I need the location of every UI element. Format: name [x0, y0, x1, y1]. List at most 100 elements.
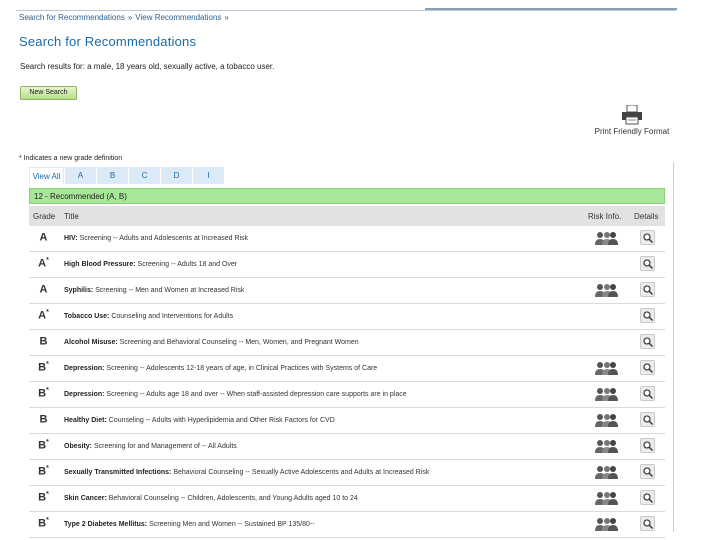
recommendation-title-link[interactable]: High Blood Pressure: Screening -- Adults…: [64, 261, 237, 268]
new-grade-note: * Indicates a new grade definition: [19, 155, 123, 162]
new-grade-star: *: [46, 361, 49, 368]
people-icon[interactable]: [594, 361, 618, 375]
table-row: B Healthy Diet: Counseling -- Adults with…: [29, 408, 665, 434]
page-title: Search for Recommendations: [19, 34, 197, 49]
recommendation-topic: Syphilis:: [64, 287, 94, 294]
recommendation-text: Screening -- Adults age 18 and over -- W…: [104, 391, 407, 398]
new-search-button[interactable]: New Search: [20, 86, 77, 100]
tab-i[interactable]: I: [193, 167, 224, 184]
grade-letter: A: [39, 283, 48, 296]
magnifier-icon[interactable]: [640, 230, 655, 245]
magnifier-icon[interactable]: [640, 256, 655, 271]
new-grade-star: *: [46, 257, 49, 264]
new-grade-star: *: [46, 491, 49, 498]
printer-icon: [622, 105, 642, 125]
new-grade-star: *: [46, 309, 49, 316]
recommendation-text: Counseling and Interventions for Adults: [109, 313, 234, 320]
people-icon[interactable]: [594, 387, 618, 401]
magnifier-icon[interactable]: [640, 516, 655, 531]
breadcrumb-view-link[interactable]: View Recommendations: [135, 13, 221, 22]
breadcrumb-separator: »: [224, 13, 229, 22]
recommendation-topic: Sexually Transmitted Infections:: [64, 469, 172, 476]
grade-tabs: View All A B C D I: [29, 167, 225, 184]
recommendation-topic: HIV:: [64, 235, 78, 242]
new-grade-star: *: [46, 465, 49, 472]
grade-cell: B: [29, 335, 58, 348]
table-row: B* Skin Cancer: Behavioral Counseling -- …: [29, 486, 665, 512]
grade-letter: A: [38, 309, 47, 322]
tab-view-all[interactable]: View All: [29, 167, 64, 184]
new-grade-star: *: [46, 517, 49, 524]
recommendation-title-link[interactable]: Depression: Screening -- Adolescents 12-…: [64, 365, 377, 372]
magnifier-icon[interactable]: [640, 464, 655, 479]
recommendation-title-link[interactable]: Tobacco Use: Counseling and Intervention…: [64, 313, 233, 320]
recommendation-title-link[interactable]: Alcohol Misuse: Screening and Behavioral…: [64, 339, 359, 346]
grade-letter: B: [39, 335, 48, 348]
grade-cell: B*: [29, 387, 58, 400]
column-title: Title: [64, 212, 79, 221]
tab-d[interactable]: D: [161, 167, 192, 184]
people-icon[interactable]: [594, 465, 618, 479]
grade-cell: B*: [29, 491, 58, 504]
grade-letter: B: [38, 491, 47, 504]
recommendation-title-link[interactable]: Type 2 Diabetes Mellitus: Screening Men …: [64, 521, 315, 528]
people-icon[interactable]: [594, 231, 618, 245]
magnifier-icon[interactable]: [640, 308, 655, 323]
people-icon[interactable]: [594, 517, 618, 531]
people-icon[interactable]: [594, 491, 618, 505]
recommendation-text: Screening for and Management of -- All A…: [92, 443, 237, 450]
recommendation-title-link[interactable]: Obesity: Screening for and Management of…: [64, 443, 237, 450]
grade-cell: A: [29, 231, 58, 244]
magnifier-icon[interactable]: [640, 360, 655, 375]
magnifier-icon[interactable]: [640, 490, 655, 505]
recommendation-topic: Tobacco Use:: [64, 313, 110, 320]
new-grade-star: *: [46, 387, 49, 394]
magnifier-icon[interactable]: [640, 438, 655, 453]
table-row: B* Depression: Screening -- Adolescents 1…: [29, 356, 665, 382]
top-rule-accent: [425, 8, 677, 10]
recommendation-topic: Type 2 Diabetes Mellitus:: [64, 521, 148, 528]
grade-letter: B: [38, 465, 47, 478]
tab-a[interactable]: A: [65, 167, 96, 184]
grade-cell: A*: [29, 309, 58, 322]
people-icon[interactable]: [594, 439, 618, 453]
magnifier-icon[interactable]: [640, 282, 655, 297]
recommendation-title-link[interactable]: Syphilis: Screening -- Men and Women at …: [64, 287, 244, 294]
recommendation-title-link[interactable]: Sexually Transmitted Infections: Behavio…: [64, 469, 429, 476]
new-grade-star: *: [46, 439, 49, 446]
tab-c[interactable]: C: [129, 167, 160, 184]
breadcrumb-search-link[interactable]: Search for Recommendations: [19, 13, 125, 22]
grade-cell: B*: [29, 465, 58, 478]
magnifier-icon[interactable]: [640, 386, 655, 401]
grade-letter: A: [39, 231, 48, 244]
grade-cell: B*: [29, 361, 58, 374]
tab-b[interactable]: B: [97, 167, 128, 184]
recommendation-text: Screening and Behavioral Counseling -- M…: [117, 339, 359, 346]
recommendation-topic: High Blood Pressure:: [64, 261, 136, 268]
table-header: Grade Title Risk Info. Details: [29, 206, 665, 226]
print-friendly-button[interactable]: Print Friendly Format: [586, 105, 678, 136]
recommendation-topic: Healthy Diet:: [64, 417, 107, 424]
table-row: A* Tobacco Use: Counseling and Interventi…: [29, 304, 665, 330]
recommendation-title-link[interactable]: HIV: Screening -- Adults and Adolescents…: [64, 235, 248, 242]
recommendation-title-link[interactable]: Depression: Screening -- Adults age 18 a…: [64, 391, 407, 398]
grade-letter: B: [38, 439, 47, 452]
breadcrumb: Search for Recommendations » View Recommen…: [19, 13, 232, 22]
recommendation-topic: Skin Cancer:: [64, 495, 107, 502]
grade-letter: B: [38, 517, 47, 530]
recommendations-table: A HIV: Screening -- Adults and Adolescent…: [29, 226, 665, 538]
recommendation-text: Screening -- Men and Women at Increased …: [93, 287, 245, 294]
recommendation-title-link[interactable]: Healthy Diet: Counseling -- Adults with …: [64, 417, 335, 424]
people-icon[interactable]: [594, 283, 618, 297]
magnifier-icon[interactable]: [640, 334, 655, 349]
table-row: A HIV: Screening -- Adults and Adolescent…: [29, 226, 665, 252]
column-risk-info: Risk Info.: [588, 212, 622, 221]
print-label: Print Friendly Format: [594, 127, 670, 136]
recommendation-title-link[interactable]: Skin Cancer: Behavioral Counseling -- Ch…: [64, 495, 358, 502]
magnifier-icon[interactable]: [640, 412, 655, 427]
table-row: A* High Blood Pressure: Screening -- Adul…: [29, 252, 665, 278]
people-icon[interactable]: [594, 413, 618, 427]
recommendation-text: Screening -- Adolescents 12-18 years of …: [104, 365, 378, 372]
recommendation-text: Behavioral Counseling -- Sexually Active…: [171, 469, 430, 476]
top-rule: [16, 10, 676, 11]
